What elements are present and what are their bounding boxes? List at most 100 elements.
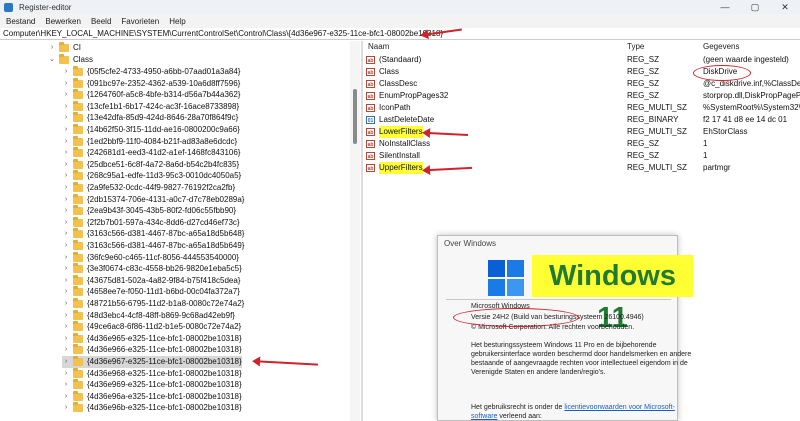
value-row[interactable]: ab NoInstallClass REG_SZ 1 xyxy=(363,138,800,150)
chevron-right-icon[interactable]: › xyxy=(62,275,70,287)
string-value-icon: ab xyxy=(366,152,375,160)
tree-item-subkey[interactable]: › {48721b56-6795-11d2-b1a8-0080c72e74a2} xyxy=(62,298,244,310)
tree-item-subkey[interactable]: › {3e3f0674-c83c-4558-bb26-9820e1eba5c5} xyxy=(62,263,242,275)
folder-icon xyxy=(73,379,83,390)
tree-item-subkey[interactable]: › {2a9fe532-0cdc-44f9-9827-76192f2ca2fb} xyxy=(62,182,235,194)
chevron-right-icon[interactable]: › xyxy=(62,368,70,380)
chevron-right-icon[interactable]: › xyxy=(62,89,70,101)
menu-favorieten[interactable]: Favorieten xyxy=(121,17,159,26)
column-header-data[interactable]: Gegevens xyxy=(703,41,739,53)
tree-item-subkey[interactable]: › {4d36e96b-e325-11ce-bfc1-08002be10318} xyxy=(62,402,242,414)
chevron-right-icon[interactable]: › xyxy=(62,252,70,264)
minimize-button[interactable]: — xyxy=(710,0,740,14)
tree-item-subkey[interactable]: › {091bc97e-2352-4362-a539-10a6d8ff7596} xyxy=(62,77,240,90)
chevron-right-icon[interactable]: › xyxy=(62,356,70,368)
value-row[interactable]: ab (Standaard) REG_SZ (geen waarde ingestel… xyxy=(363,54,800,66)
value-row[interactable]: 01 LastDeleteDate REG_BINARY f2 17 41 d8 ee… xyxy=(363,114,800,126)
chevron-right-icon[interactable]: › xyxy=(48,42,56,54)
windows-logo-icon xyxy=(488,260,524,296)
menu-beeld[interactable]: Beeld xyxy=(91,17,111,26)
chevron-right-icon[interactable]: › xyxy=(62,78,70,90)
tree-item-subkey[interactable]: › {43675d81-502a-4a82-9f84-b75f418c5dea} xyxy=(62,274,240,287)
chevron-right-icon[interactable]: › xyxy=(62,112,70,124)
maximize-button[interactable]: ▢ xyxy=(740,0,770,14)
tree-item-subkey[interactable]: › {268c95a1-edfe-11d3-95c3-0010dc4050a5} xyxy=(62,170,241,182)
window-title: Register-editor xyxy=(19,2,72,12)
chevron-right-icon[interactable]: › xyxy=(62,333,70,345)
chevron-right-icon[interactable]: › xyxy=(62,159,70,171)
chevron-down-icon[interactable]: ⌄ xyxy=(48,54,56,66)
tree-scrollbar[interactable] xyxy=(350,41,360,421)
tree-item-subkey[interactable]: › {2ea9b43f-3045-43b5-80f2-fd06c55fbb90} xyxy=(62,205,236,217)
tree-item-subkey[interactable]: › {1ed2bbf9-11f0-4084-b21f-ad83a8e6dcdc} xyxy=(62,135,237,148)
tree-item-subkey[interactable]: › {25dbce51-6c8f-4a72-8a6d-b54c2b4fc835} xyxy=(62,158,239,171)
chevron-right-icon[interactable]: › xyxy=(62,228,70,240)
tree-item-subkey[interactable]: › {4d36e967-e325-11ce-bfc1-08002be10318} xyxy=(62,356,242,368)
tree-item-subkey[interactable]: › {4d36e965-e325-11ce-bfc1-08002be10318} xyxy=(62,332,242,345)
chevron-right-icon[interactable]: › xyxy=(62,286,70,298)
scrollbar-thumb[interactable] xyxy=(353,89,357,144)
chevron-right-icon[interactable]: › xyxy=(62,194,70,206)
chevron-right-icon[interactable]: › xyxy=(62,101,70,113)
tree-item-subkey[interactable]: › {3163c566-d381-4467-87bc-a65a18d5b649} xyxy=(62,240,244,252)
tree-item-subkey[interactable]: › {4d36e966-e325-11ce-bfc1-08002be10318} xyxy=(62,344,242,356)
tree-item-subkey[interactable]: › {13cfe1b1-6b17-424c-ac3f-16ace8733898} xyxy=(62,100,239,113)
chevron-right-icon[interactable]: › xyxy=(62,136,70,148)
chevron-right-icon[interactable]: › xyxy=(62,217,70,229)
column-header-name[interactable]: Naam xyxy=(368,41,389,53)
chevron-right-icon[interactable]: › xyxy=(62,124,70,136)
tree-item-label: {4d36e969-e325-11ce-bfc1-08002be10318} xyxy=(87,380,242,390)
tree-item-subkey[interactable]: › {4d36e968-e325-11ce-bfc1-08002be10318} xyxy=(62,367,242,380)
chevron-right-icon[interactable]: › xyxy=(62,402,70,414)
chevron-right-icon[interactable]: › xyxy=(62,263,70,275)
chevron-right-icon[interactable]: › xyxy=(62,147,70,159)
regedit-app-icon xyxy=(4,2,13,12)
chevron-right-icon[interactable]: › xyxy=(62,391,70,403)
chevron-right-icon[interactable]: › xyxy=(62,182,70,194)
menu-bestand[interactable]: Bestand xyxy=(6,17,35,26)
menu-bewerken[interactable]: Bewerken xyxy=(45,17,81,26)
string-value-icon: ab xyxy=(366,92,375,100)
tree-item-subkey[interactable]: › {4d36e96a-e325-11ce-bfc1-08002be10318} xyxy=(62,390,242,403)
chevron-right-icon[interactable]: › xyxy=(62,66,70,78)
folder-icon xyxy=(73,240,83,250)
folder-icon xyxy=(73,390,83,401)
tree-item-subkey[interactable]: › {4658ee7e-f050-11d1-b6bd-00c04fa372a7} xyxy=(62,286,240,298)
chevron-right-icon[interactable]: › xyxy=(62,379,70,391)
chevron-right-icon[interactable]: › xyxy=(62,298,70,310)
tree-item-subkey[interactable]: › {05f5cfe2-4733-4950-a6bb-07aad01a3a84} xyxy=(62,66,240,78)
tree-item-class[interactable]: ⌄ Class xyxy=(48,54,93,66)
chevron-right-icon[interactable]: › xyxy=(62,205,70,217)
value-type: REG_MULTI_SZ xyxy=(627,163,687,172)
folder-icon xyxy=(73,344,83,355)
tree-item-subkey[interactable]: › {49ce6ac8-6f86-11d2-b1e5-0080c72e74a2} xyxy=(62,321,241,333)
tree-item-subkey[interactable]: › {3163c566-d381-4467-87bc-a65a18d5b648} xyxy=(62,228,244,240)
license-terms-link-cont[interactable]: software xyxy=(471,413,497,420)
column-header-type[interactable]: Type xyxy=(627,41,644,53)
chevron-right-icon[interactable]: › xyxy=(62,170,70,182)
address-bar[interactable]: Computer\HKEY_LOCAL_MACHINE\SYSTEM\Curre… xyxy=(0,28,800,40)
tree-item-subkey[interactable]: › {48d3ebc4-4cf8-48ff-b869-9c68ad42eb9f} xyxy=(62,309,235,322)
menu-help[interactable]: Help xyxy=(169,17,185,26)
value-data: %SystemRoot%\System32\setupapi.dll xyxy=(703,103,800,112)
tree-item-subkey[interactable]: › {2f2b7b01-597a-434c-8dd6-d27cd46ef73c} xyxy=(62,216,240,229)
license-terms-link[interactable]: licentievoorwaarden voor Microsoft- xyxy=(564,404,675,411)
tree-item-label: {2db15374-706e-4131-a0c7-d7c78eb0289a} xyxy=(87,194,245,204)
tree-item-subkey[interactable]: › {2db15374-706e-4131-a0c7-d7c78eb0289a} xyxy=(62,193,245,206)
value-row[interactable]: ab SilentInstall REG_SZ 1 xyxy=(363,150,800,162)
tree-item-subkey[interactable]: › {14b62f50-3f15-11dd-ae16-0800200c9a66} xyxy=(62,124,240,136)
chevron-right-icon[interactable]: › xyxy=(62,344,70,356)
value-row[interactable]: ab IconPath REG_MULTI_SZ %SystemRoot%\Syste… xyxy=(363,102,800,114)
tree-item-subkey[interactable]: › {242681d1-eed3-41d2-a1ef-1468fc843106} xyxy=(62,147,240,159)
chevron-right-icon[interactable]: › xyxy=(62,310,70,322)
close-button[interactable]: ✕ xyxy=(770,0,800,14)
tree-item-ci[interactable]: › CI xyxy=(48,42,81,54)
tree-item-subkey[interactable]: › {13e42dfa-85d9-424d-8646-28a70f864f9c} xyxy=(62,112,238,124)
tree-item-subkey[interactable]: › {4d36e969-e325-11ce-bfc1-08002be10318} xyxy=(62,379,242,391)
chevron-right-icon[interactable]: › xyxy=(62,321,70,333)
tree-item-subkey[interactable]: › {1264760f-a5c8-4bfe-b314-d56a7b44a362} xyxy=(62,89,240,101)
value-row[interactable]: ab EnumPropPages32 REG_SZ storprop.dll,Disk… xyxy=(363,90,800,102)
tree-item-label: {4d36e96a-e325-11ce-bfc1-08002be10318} xyxy=(87,391,242,401)
chevron-right-icon[interactable]: › xyxy=(62,240,70,252)
tree-item-subkey[interactable]: › {36fc9e60-c465-11cf-8056-444553540000} xyxy=(62,251,239,264)
